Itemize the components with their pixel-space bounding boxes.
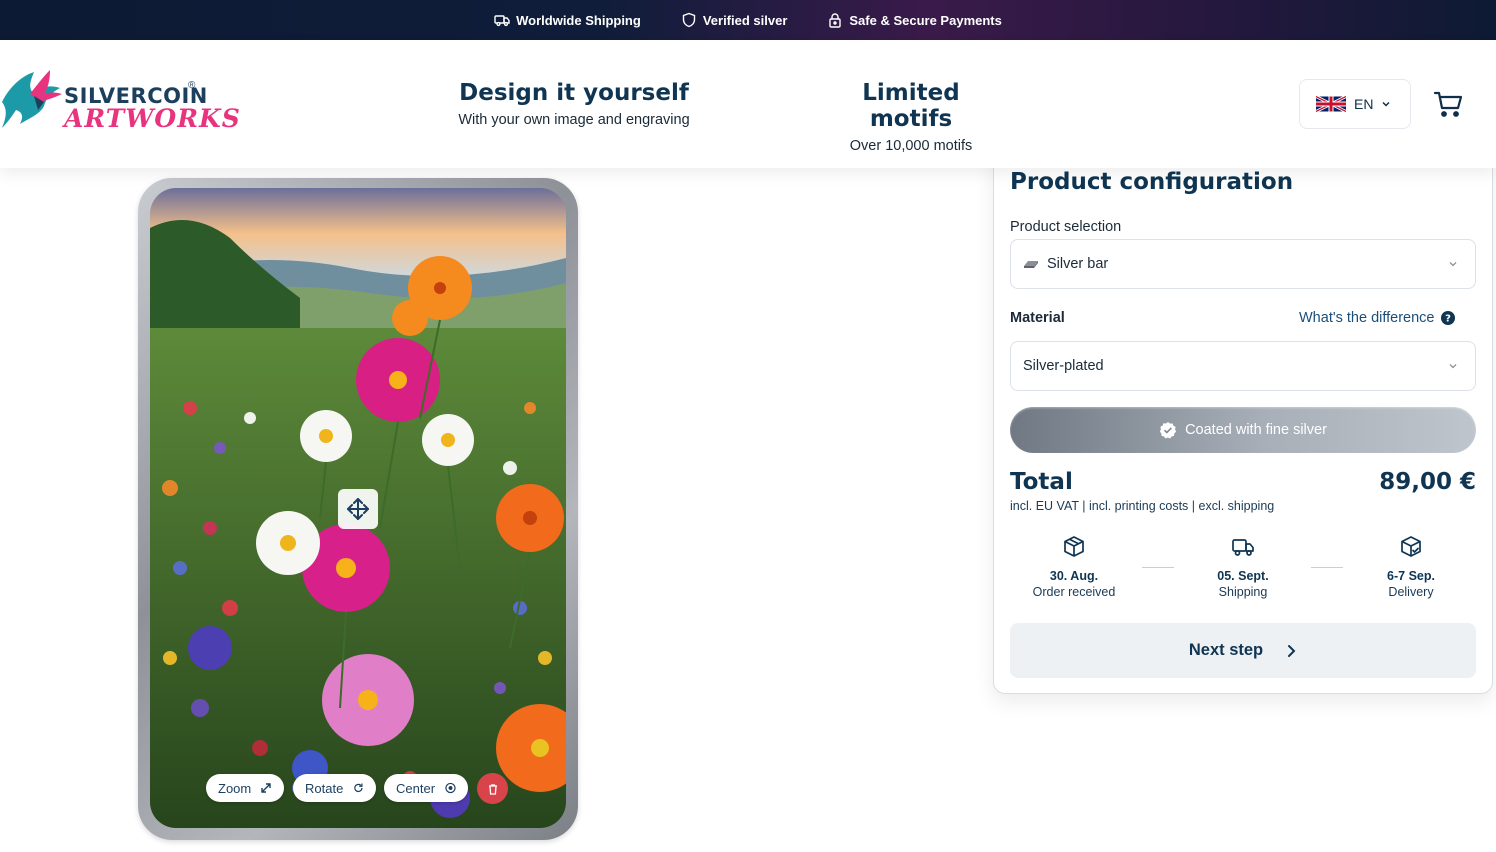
- coating-label: Coated with fine silver: [1185, 422, 1327, 438]
- step-date: 6-7 Sep.: [1387, 569, 1435, 583]
- eagle-logo-icon: [2, 70, 62, 128]
- step-date: 05. Sept.: [1217, 569, 1269, 583]
- brand-logo[interactable]: SILVERCOIN ® ARTWORKS: [0, 64, 240, 134]
- topbar-label: Worldwide Shipping: [516, 12, 641, 28]
- rotate-label: Rotate: [305, 780, 344, 796]
- coating-badge: Coated with fine silver: [1010, 407, 1476, 453]
- next-step-button[interactable]: Next step: [1010, 623, 1476, 678]
- trash-icon: [488, 783, 497, 795]
- logo-line2: ARTWORKS: [64, 104, 241, 133]
- help-icon: ?: [1440, 311, 1455, 325]
- announcement-bar: Worldwide Shipping Verified silver Safe …: [0, 0, 1496, 40]
- step-description: Shipping: [1218, 585, 1268, 599]
- difference-link-label: What's the difference: [1299, 310, 1435, 326]
- rotate-button[interactable]: Rotate: [293, 774, 376, 802]
- delete-button[interactable]: [477, 773, 508, 804]
- language-selector[interactable]: EN: [1299, 79, 1411, 129]
- next-step-label: Next step: [1188, 641, 1264, 659]
- rotate-icon: [354, 783, 363, 793]
- cart-button[interactable]: [1432, 87, 1466, 121]
- promo-design-yourself[interactable]: Design it yourself With your own image a…: [440, 80, 708, 128]
- total-label: Total: [1010, 469, 1073, 495]
- lock-icon: [829, 13, 842, 28]
- move-icon: [347, 498, 369, 520]
- product-configuration-panel: Product configuration Product selection …: [993, 150, 1493, 694]
- zoom-label: Zoom: [218, 780, 252, 796]
- timeline-step-order: 30. Aug. Order received: [1009, 535, 1139, 599]
- material-select[interactable]: Silver-plated: [1010, 341, 1476, 391]
- target-icon: [445, 782, 456, 794]
- chevron-right-icon: [1288, 644, 1296, 657]
- package-check-icon: [1401, 536, 1421, 557]
- total-note: incl. EU VAT | incl. printing costs | ex…: [1010, 499, 1275, 513]
- verified-check-icon: [1159, 422, 1177, 439]
- material-difference-link[interactable]: What's the difference ?: [1299, 310, 1455, 326]
- uk-flag-icon: [1316, 96, 1346, 112]
- topbar-label: Verified silver: [702, 12, 788, 28]
- svg-text:?: ?: [1445, 314, 1451, 325]
- shield-icon: [682, 12, 696, 28]
- site-header: SILVERCOIN ® ARTWORKS Design it yourself…: [0, 40, 1496, 168]
- topbar-item-payments: Safe & Secure Payments: [827, 12, 1002, 28]
- product-selection-label: Product selection: [1010, 219, 1122, 235]
- topbar-item-shipping: Worldwide Shipping: [494, 12, 641, 28]
- chevron-down-icon: [1449, 364, 1457, 369]
- language-code: EN: [1354, 96, 1374, 112]
- promo-subtitle: With your own image and engraving: [458, 112, 690, 128]
- logo-registered-mark: ®: [188, 80, 196, 91]
- chevron-down-icon: [1449, 262, 1457, 267]
- step-description: Order received: [1032, 585, 1116, 599]
- cart-icon: [1433, 91, 1463, 117]
- box-icon: [1064, 536, 1084, 557]
- promo-limited-motifs[interactable]: Limited motifs Over 10,000 motifs: [820, 80, 1002, 154]
- timeline-connector: [1311, 567, 1343, 568]
- truck-icon: [1232, 539, 1254, 556]
- promo-subtitle: Over 10,000 motifs: [849, 138, 973, 154]
- product-select[interactable]: Silver bar: [1010, 239, 1476, 289]
- timeline-connector: [1142, 567, 1174, 568]
- step-date: 30. Aug.: [1049, 569, 1099, 583]
- panel-title: Product configuration: [1010, 169, 1294, 195]
- topbar-item-verified: Verified silver: [681, 12, 788, 28]
- expand-icon: [261, 783, 271, 793]
- promo-title: Design it yourself: [459, 80, 689, 106]
- truck-icon: [494, 15, 510, 27]
- material-label: Material: [1010, 310, 1065, 326]
- promo-title: Limited motifs: [862, 80, 960, 132]
- center-button[interactable]: Center: [384, 774, 468, 802]
- total-price: 89,00 €: [1379, 469, 1476, 495]
- move-handle[interactable]: [338, 489, 378, 529]
- product-select-value: Silver bar: [1047, 256, 1109, 272]
- zoom-button[interactable]: Zoom: [206, 774, 284, 802]
- material-select-value: Silver-plated: [1023, 358, 1104, 374]
- topbar-label: Safe & Secure Payments: [849, 12, 1002, 28]
- chevron-down-icon: [1382, 101, 1390, 107]
- timeline-step-delivery: 6-7 Sep. Delivery: [1346, 535, 1476, 599]
- step-description: Delivery: [1388, 585, 1434, 599]
- timeline-step-shipping: 05. Sept. Shipping: [1178, 535, 1308, 599]
- silver-bar-icon: [1024, 261, 1038, 268]
- center-label: Center: [396, 780, 436, 796]
